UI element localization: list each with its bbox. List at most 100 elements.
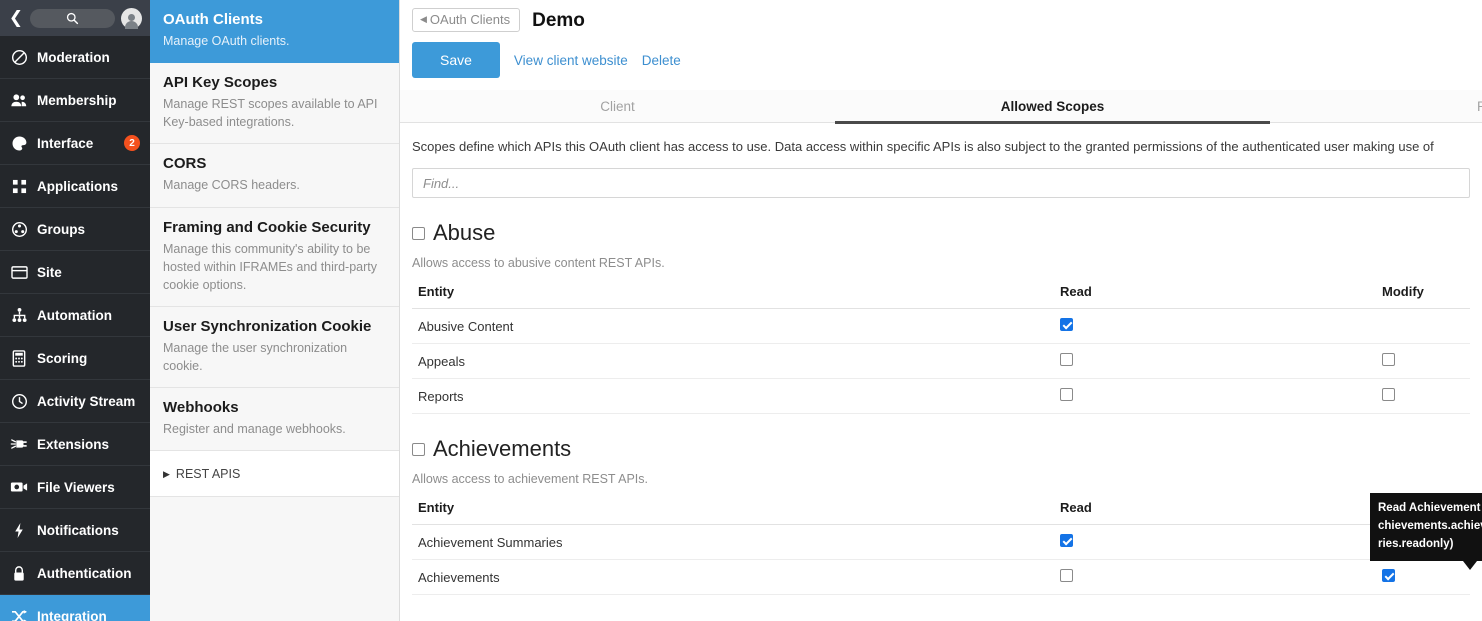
sidebar-item-groups[interactable]: Groups: [0, 208, 150, 251]
sidebar-item-label: Groups: [37, 221, 86, 237]
read-checkbox[interactable]: [1060, 318, 1073, 331]
lock-icon: [10, 564, 28, 582]
sidebar-item-automation[interactable]: Automation: [0, 294, 150, 337]
settings-section-cors[interactable]: CORS Manage CORS headers.: [150, 144, 399, 208]
settings-section-api-key-scopes[interactable]: API Key Scopes Manage REST scopes availab…: [150, 63, 399, 145]
avatar[interactable]: [121, 7, 142, 29]
app-root: ❮ Moderation Membership Interface 2 Applicat…: [0, 0, 1482, 621]
sidebar-item-site[interactable]: Site: [0, 251, 150, 294]
read-checkbox[interactable]: [1060, 388, 1073, 401]
entity-name: Reports: [412, 378, 1054, 414]
read-cell: [1054, 343, 1376, 379]
modify-cell: [1376, 559, 1470, 595]
table-row: Abusive Content: [412, 308, 1470, 344]
tab-allowed-scopes[interactable]: Allowed Scopes: [835, 90, 1270, 124]
read-cell: [1054, 308, 1376, 344]
search-input[interactable]: [30, 8, 115, 28]
scope-group-abuse: Abuse Allows access to abusive content RE…: [400, 222, 1482, 414]
sidebar-item-interface[interactable]: Interface 2: [0, 122, 150, 165]
tab-per[interactable]: Per: [1270, 90, 1482, 123]
column-header-entity: Entity: [412, 496, 1054, 525]
view-client-website-link[interactable]: View client website: [514, 53, 628, 68]
settings-section-desc: Manage this community's ability to be ho…: [163, 241, 377, 292]
settings-section-title: API Key Scopes: [163, 74, 278, 92]
save-button[interactable]: Save: [412, 42, 500, 78]
sidebar-item-label: Authentication: [37, 565, 132, 581]
settings-section-oauth-clients[interactable]: OAuth Clients Manage OAuth clients.: [150, 0, 399, 64]
clock-icon: [10, 392, 28, 410]
scopes-description: Scopes define which APIs this OAuth clie…: [412, 139, 1434, 154]
sidebar-item-activity-stream[interactable]: Activity Stream: [0, 380, 150, 423]
modify-checkbox[interactable]: [1382, 388, 1395, 401]
scope-group-checkbox[interactable]: [412, 442, 425, 456]
delete-link[interactable]: Delete: [642, 53, 681, 68]
chevron-left-icon[interactable]: ❮: [8, 9, 24, 27]
sidebar-item-label: Scoring: [37, 350, 88, 366]
sidebar-item-label: Automation: [37, 307, 112, 323]
grid-icon: [10, 177, 28, 195]
main-header: ◀ OAuth Clients Demo Save View client we…: [400, 0, 1482, 78]
scope-table: Entity Read Modify Abusive Content Appeals Re…: [412, 280, 1470, 414]
table-row: Appeals: [412, 343, 1470, 379]
sidebar-item-label: Membership: [37, 92, 117, 108]
settings-section-user-synchronization-cookie[interactable]: User Synchronization Cookie Manage the us…: [150, 307, 399, 389]
scope-group-title: Achievements: [433, 436, 572, 461]
sidebar-item-badge: 2: [124, 135, 140, 151]
table-row: Reports: [412, 378, 1470, 414]
sidebar-item-applications[interactable]: Applications: [0, 165, 150, 208]
sidebar-topbar: ❮: [0, 0, 150, 36]
settings-section-framing-and-cookie-security[interactable]: Framing and Cookie Security Manage this c…: [150, 208, 399, 307]
table-row: Achievements: [412, 559, 1470, 595]
sidebar-item-authentication[interactable]: Authentication: [0, 552, 150, 595]
sidebar-item-integration[interactable]: Integration: [0, 595, 150, 621]
settings-section-desc: Manage CORS headers.: [163, 178, 300, 193]
column-header-entity: Entity: [412, 280, 1054, 309]
header-actions-row: Save View client website Delete: [412, 42, 1470, 78]
sidebar-item-label: Activity Stream: [37, 393, 136, 409]
caret-right-icon: ▶: [163, 468, 170, 479]
sidebar-item-extensions[interactable]: Extensions: [0, 423, 150, 466]
read-checkbox[interactable]: [1060, 569, 1073, 582]
rest-apis-expander[interactable]: ▶ REST APIS: [150, 451, 399, 498]
sidebar-item-scoring[interactable]: Scoring: [0, 337, 150, 380]
scope-group-achievements: Achievements Allows access to achievement…: [400, 438, 1482, 595]
sidebar-item-moderation[interactable]: Moderation: [0, 36, 150, 79]
bolt-icon: [10, 521, 28, 539]
tab-bar: Client Allowed Scopes Per: [400, 90, 1482, 124]
settings-section-webhooks[interactable]: Webhooks Register and manage webhooks.: [150, 388, 399, 452]
scope-group-title: Abuse: [433, 220, 496, 245]
settings-section-title: OAuth Clients: [163, 11, 263, 28]
read-cell: [1054, 524, 1376, 560]
sidebar-item-notifications[interactable]: Notifications: [0, 509, 150, 552]
settings-section-desc: Manage the user synchronization cookie.: [163, 340, 348, 373]
scope-group-desc: Allows access to achievement REST APIs.: [412, 472, 648, 486]
read-checkbox[interactable]: [1060, 353, 1073, 366]
sidebar-item-label: File Viewers: [37, 479, 115, 495]
sidebar-item-label: Site: [37, 264, 62, 280]
settings-section-title: User Synchronization Cookie: [163, 317, 372, 335]
entity-name: Achievements: [412, 559, 1054, 595]
settings-section-desc: Register and manage webhooks.: [163, 422, 346, 437]
modify-checkbox[interactable]: [1382, 353, 1395, 366]
back-to-oauth-clients-button[interactable]: ◀ OAuth Clients: [412, 8, 521, 32]
modify-cell: [1376, 308, 1470, 344]
settings-section-list: OAuth Clients Manage OAuth clients. API Ke…: [150, 0, 399, 452]
column-header-read: Read: [1054, 280, 1376, 309]
entity-name: Abusive Content: [412, 308, 1054, 344]
group-circle-icon: [10, 220, 28, 238]
sidebar-item-file-viewers[interactable]: File Viewers: [0, 466, 150, 509]
back-button-label: OAuth Clients: [429, 12, 511, 27]
tab-client[interactable]: Client: [400, 90, 835, 123]
find-input[interactable]: [412, 168, 1470, 198]
sidebar-item-membership[interactable]: Membership: [0, 79, 150, 122]
palette-icon: [10, 134, 28, 152]
scope-group-checkbox[interactable]: [412, 226, 425, 240]
read-checkbox[interactable]: [1060, 534, 1073, 547]
tab-label: Allowed Scopes: [1000, 99, 1105, 114]
read-cell: [1054, 378, 1376, 414]
calculator-icon: [10, 349, 28, 367]
tab-label: Per: [1476, 99, 1482, 114]
modify-checkbox[interactable]: [1382, 569, 1395, 582]
sidebar-item-list: Moderation Membership Interface 2 Applicatio…: [0, 36, 150, 621]
table-header-row: EntityReadModify: [412, 496, 1470, 525]
